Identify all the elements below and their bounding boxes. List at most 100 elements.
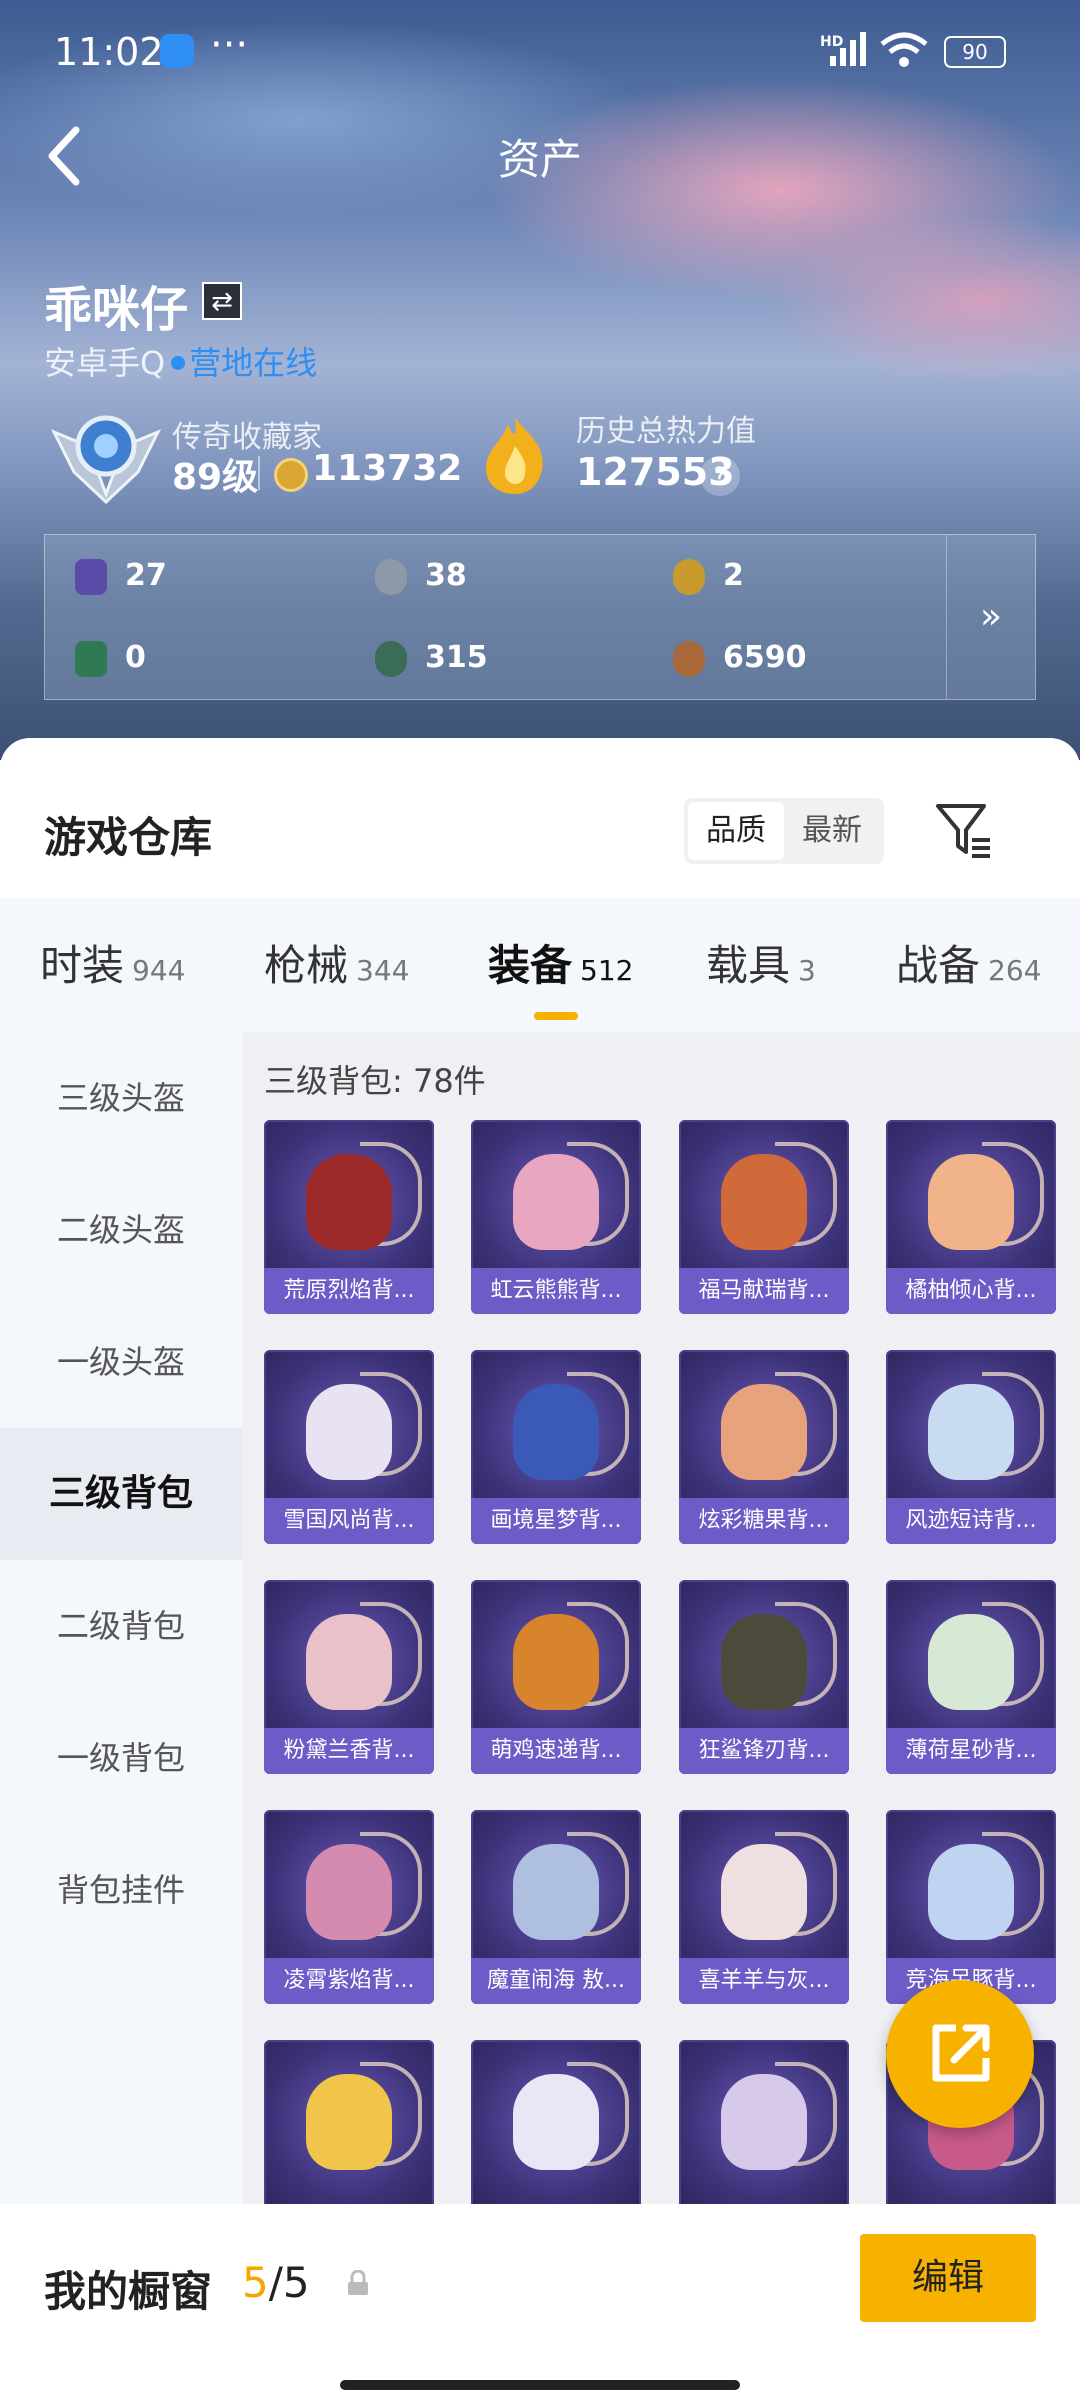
- filter-icon[interactable]: [934, 800, 994, 860]
- online-status: 营地在线: [189, 344, 318, 382]
- online-dot-icon: [171, 356, 186, 370]
- tab-indicator: [534, 1012, 578, 1020]
- stat-item: 315: [375, 638, 488, 678]
- item-name: 荒原烈焰背...: [264, 1268, 434, 1314]
- more-notifications-icon: ···: [210, 22, 249, 68]
- backpack-image: [513, 1384, 599, 1480]
- backpack-image: [513, 1154, 599, 1250]
- section-title: 三级背包: 78件: [264, 1062, 486, 1100]
- edit-button[interactable]: 编辑: [860, 2234, 1036, 2322]
- backpack-image: [306, 1154, 392, 1250]
- sort-toggle: 品质 最新: [684, 798, 884, 864]
- sort-latest-button[interactable]: 最新: [784, 802, 880, 860]
- share-button[interactable]: [886, 1980, 1034, 2128]
- help-icon[interactable]: ?: [700, 456, 740, 496]
- item-name: 粉黛兰香背...: [264, 1728, 434, 1774]
- item-name: 萌鸡速递背...: [471, 1728, 641, 1774]
- heat-label: 历史总热力值: [576, 414, 756, 449]
- backpack-image: [721, 2074, 807, 2170]
- coin-icon: [274, 458, 308, 492]
- green-card-icon: [75, 640, 107, 677]
- backpack-item[interactable]: 福马献瑞背...: [679, 1120, 849, 1314]
- backpack-image: [928, 1844, 1014, 1940]
- page-title: 资产: [497, 135, 582, 184]
- backpack-item[interactable]: 橘柚倾心背...: [886, 1120, 1056, 1314]
- backpack-image: [928, 1384, 1014, 1480]
- warehouse-sheet: 游戏仓库 品质 最新 时装 944 枪械 344 装备 512 载具 3 战备 264 三…: [0, 738, 1080, 2400]
- sidebar-item-helmet-1[interactable]: 一级头盔: [0, 1296, 242, 1428]
- backpack-image: [513, 1844, 599, 1940]
- item-name: 橘柚倾心背...: [886, 1268, 1056, 1314]
- item-name: 薄荷星砂背...: [886, 1728, 1056, 1774]
- item-name: 虹云熊熊背...: [471, 1268, 641, 1314]
- user-name: 乖咪仔: [44, 282, 189, 338]
- item-name: 狂鲨锋刃背...: [679, 1728, 849, 1774]
- item-name: 凌霄紫焰背...: [264, 1958, 434, 2004]
- backpack-item[interactable]: 萌鸡速递背...: [471, 1580, 641, 1774]
- item-name: 福马献瑞背...: [679, 1268, 849, 1314]
- silver-coin-icon: [375, 558, 407, 595]
- sort-quality-button[interactable]: 品质: [688, 802, 784, 860]
- item-grid-panel: 三级背包: 78件 荒原烈焰背... 虹云熊熊背... 福马献瑞背... 橘柚倾心背.…: [242, 1032, 1080, 2332]
- status-bar: 11:02 ··· HD 90: [0, 0, 1080, 100]
- app-notification-icon: [160, 34, 194, 68]
- backpack-item[interactable]: 虹云熊熊背...: [471, 1120, 641, 1314]
- backpack-image: [513, 1614, 599, 1710]
- stat-item: 2: [673, 556, 744, 596]
- backpack-item[interactable]: 薄荷星砂背...: [886, 1580, 1056, 1774]
- category-tabs: 时装 944 枪械 344 装备 512 载具 3 战备 264: [0, 898, 1080, 1032]
- sidebar-item-helmet-3[interactable]: 三级头盔: [0, 1032, 242, 1164]
- item-name: 喜羊羊与灰...: [679, 1958, 849, 2004]
- battery-icon: 90: [944, 36, 1006, 68]
- item-name: 炫彩糖果背...: [679, 1498, 849, 1544]
- sidebar-item-backpack-1[interactable]: 一级背包: [0, 1692, 242, 1824]
- backpack-image: [721, 1844, 807, 1940]
- tab-equipment[interactable]: 装备 512: [488, 932, 633, 993]
- backpack-item[interactable]: 魔童闹海 敖...: [471, 1810, 641, 2004]
- tab-gear[interactable]: 战备 264: [896, 932, 1041, 993]
- server-status: 安卓手Q 营地在线: [44, 338, 317, 384]
- item-name: 风迹短诗背...: [886, 1498, 1056, 1544]
- coin-value: 113732: [312, 448, 463, 489]
- stat-item: 38: [375, 556, 467, 596]
- backpack-item[interactable]: 喜羊羊与灰...: [679, 1810, 849, 2004]
- tab-guns[interactable]: 枪械 344: [264, 932, 409, 993]
- showcase-count: 5/5: [242, 2258, 310, 2307]
- signal-icon: [830, 32, 866, 66]
- backpack-item[interactable]: 竞海呆豚背...: [886, 1810, 1056, 2004]
- home-indicator: [340, 2380, 740, 2390]
- backpack-item[interactable]: 炫彩糖果背...: [679, 1350, 849, 1544]
- stats-expand-button[interactable]: »: [946, 535, 1035, 699]
- sidebar-item-backpack-3[interactable]: 三级背包: [0, 1428, 242, 1560]
- backpack-item[interactable]: 粉黛兰香背...: [264, 1580, 434, 1774]
- item-name: 画境星梦背...: [471, 1498, 641, 1544]
- backpack-image: [306, 1844, 392, 1940]
- server-name: 安卓手Q: [44, 344, 166, 382]
- backpack-image: [721, 1384, 807, 1480]
- backpack-item[interactable]: 雪国风尚背...: [264, 1350, 434, 1544]
- external-link-icon: [932, 2024, 990, 2082]
- backpack-image: [306, 1384, 392, 1480]
- backpack-item[interactable]: 狂鲨锋刃背...: [679, 1580, 849, 1774]
- collector-badge-icon: [50, 415, 162, 505]
- subcategory-sidebar: 三级头盔 二级头盔 一级头盔 三级背包 二级背包 一级背包 背包挂件: [0, 1032, 242, 2332]
- green-orb-icon: [375, 640, 407, 677]
- item-name: 魔童闹海 敖...: [471, 1958, 641, 2004]
- backpack-image: [513, 2074, 599, 2170]
- showcase-bar: 我的橱窗 5/5 编辑: [0, 2204, 1080, 2400]
- wifi-icon: [880, 32, 928, 67]
- tab-vehicles[interactable]: 载具 3: [706, 932, 816, 993]
- backpack-item[interactable]: 凌霄紫焰背...: [264, 1810, 434, 2004]
- sidebar-item-backpack-2[interactable]: 二级背包: [0, 1560, 242, 1692]
- collector-level: 89级: [172, 457, 259, 498]
- stat-item: 27: [75, 556, 167, 596]
- sidebar-item-helmet-2[interactable]: 二级头盔: [0, 1164, 242, 1296]
- backpack-item[interactable]: 荒原烈焰背...: [264, 1120, 434, 1314]
- backpack-item[interactable]: 风迹短诗背...: [886, 1350, 1056, 1544]
- backpack-item[interactable]: 画境星梦背...: [471, 1350, 641, 1544]
- backpack-image: [928, 1154, 1014, 1250]
- backpack-image: [928, 1614, 1014, 1710]
- sidebar-item-pendant[interactable]: 背包挂件: [0, 1824, 242, 1956]
- switch-account-icon[interactable]: ⇄: [202, 282, 242, 320]
- tab-fashion[interactable]: 时装 944: [40, 932, 185, 993]
